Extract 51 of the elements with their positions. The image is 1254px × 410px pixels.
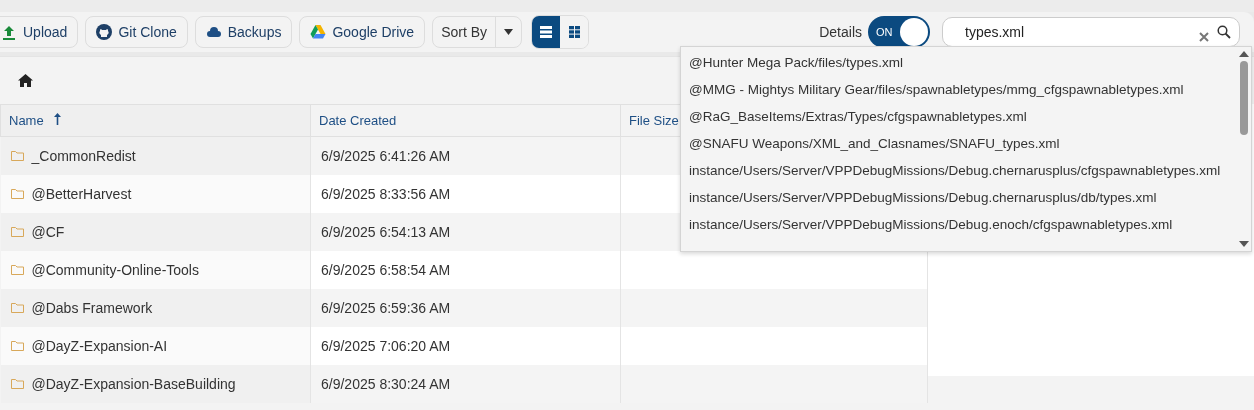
github-icon: [96, 24, 113, 40]
toolbar-button[interactable]: Backups: [194, 16, 293, 48]
suggestion-item[interactable]: instance/Users/Server/VPPDebugMissions/Debug.enoch/cfgspawnabletypes.xml: [681, 211, 1237, 238]
clear-icon[interactable]: [1199, 32, 1209, 42]
toolbar-button[interactable]: Git Clone: [85, 16, 188, 48]
column-header[interactable]: Name: [0, 104, 311, 137]
scroll-down-icon[interactable]: [1239, 241, 1249, 247]
list-view-button[interactable]: [532, 16, 561, 48]
suggestion-item[interactable]: @Hunter Mega Pack/files/types.xml: [681, 49, 1237, 76]
folder-icon: [10, 302, 24, 313]
date-created: 6/9/2025 7:06:20 AM: [321, 337, 451, 354]
folder-icon: [10, 264, 24, 275]
suggestion-item[interactable]: @MMG - Mightys Military Gear/files/spawnabletypes/mmg_cfgspawnabletypes.xml: [681, 76, 1237, 103]
file-name[interactable]: _CommonRedist: [31, 147, 136, 164]
toolbar-button[interactable]: Upload: [0, 16, 79, 48]
file-name[interactable]: @BetterHarvest: [31, 185, 132, 202]
scroll-thumb[interactable]: [1240, 61, 1248, 135]
drive-icon: [310, 24, 327, 40]
file-name[interactable]: @DayZ-Expansion-AI: [31, 337, 168, 354]
search-input[interactable]: types.xml: [963, 23, 1191, 41]
upload-icon: [1, 24, 17, 40]
date-created: 6/9/2025 6:41:26 AM: [321, 147, 451, 164]
cloud-icon: [205, 24, 222, 40]
sort-dropdown[interactable]: Sort By: [432, 16, 523, 48]
folder-icon: [10, 378, 24, 389]
suggestion-item[interactable]: instance/Users/Server/VPPDebugMissions/Debug.chernarusplus/cfgspawnabletypes.xml: [681, 157, 1237, 184]
folder-icon: [10, 150, 24, 162]
search-icon[interactable]: [1217, 25, 1231, 39]
date-created: 6/9/2025 8:33:56 AM: [321, 185, 451, 202]
folder-icon: [10, 340, 24, 351]
details-toggle[interactable]: ON: [868, 16, 930, 48]
details-label: Details: [819, 24, 862, 40]
toolbar-button[interactable]: Google Drive: [299, 16, 426, 48]
search-field[interactable]: types.xml: [942, 17, 1240, 47]
file-name[interactable]: @Dabs Framework: [31, 299, 153, 316]
suggestion-item[interactable]: @SNAFU Weapons/XML_and_Clasnames/SNAFU_types.xml: [681, 130, 1237, 157]
column-header[interactable]: Date Created: [310, 104, 621, 137]
date-created: 6/9/2025 6:58:54 AM: [321, 261, 451, 278]
folder-icon: [10, 226, 24, 237]
folder-icon: [10, 188, 24, 199]
file-name[interactable]: @CF: [31, 223, 65, 240]
home-icon[interactable]: [18, 74, 33, 87]
date-created: 6/9/2025 6:59:36 AM: [321, 299, 451, 316]
list-icon: [540, 26, 553, 38]
grid-icon: [568, 26, 580, 38]
suggestion-item[interactable]: @RaG_BaseItems/Extras/Types/cfgspawnabletypes.xml: [681, 103, 1237, 130]
date-created: 6/9/2025 8:30:24 AM: [321, 375, 451, 392]
date-created: 6/9/2025 6:54:13 AM: [321, 223, 451, 240]
caret-icon: [504, 29, 514, 35]
file-name[interactable]: @DayZ-Expansion-BaseBuilding: [31, 375, 236, 392]
suggestion-item[interactable]: instance/Users/Server/VPPDebugMissions/Debug.chernarusplus/db/types.xml: [681, 184, 1237, 211]
